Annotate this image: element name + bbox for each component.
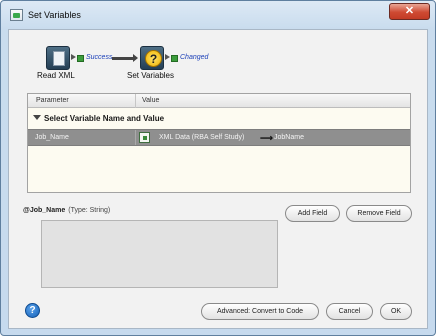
xml-data-icon (139, 132, 150, 143)
app-icon (10, 9, 23, 21)
advanced-convert-button[interactable]: Advanced: Convert to Code (201, 303, 319, 320)
column-divider[interactable] (135, 94, 136, 108)
step-read-xml-label: Read XML (37, 71, 75, 80)
arrow-icon (71, 54, 76, 60)
table-row[interactable]: Job_Name XML Data (RBA Self Study) ⟶ Job… (28, 129, 410, 146)
variable-value-textarea[interactable] (41, 220, 278, 288)
group-row[interactable]: Select Variable Name and Value (28, 111, 410, 126)
question-mark-icon: ? (145, 50, 162, 67)
value-source-cell: XML Data (RBA Self Study) (159, 134, 245, 141)
parameter-cell: Job_Name (35, 134, 69, 141)
success-condition-label: Success (86, 54, 113, 61)
window-title: Set Variables (28, 10, 81, 20)
variable-type: (Type: String) (68, 207, 111, 214)
variable-label: @Job_Name (Type: String) (23, 207, 110, 214)
read-xml-icon (46, 46, 70, 70)
add-field-button[interactable]: Add Field (285, 205, 340, 222)
collapse-triangle-icon[interactable] (33, 115, 41, 120)
changed-check-icon (171, 55, 178, 62)
help-icon[interactable]: ? (25, 303, 40, 318)
workflow-connector (112, 54, 138, 62)
dialog-window: Set Variables ✕ Read XML Success ? Set V… (0, 0, 436, 336)
table-header: Parameter Value (28, 94, 410, 108)
parameters-table: Parameter Value Select Variable Name and… (27, 93, 411, 193)
remove-field-button[interactable]: Remove Field (346, 205, 412, 222)
right-arrow-icon: ⟶ (260, 133, 273, 143)
ok-button[interactable]: OK (380, 303, 412, 320)
success-check-icon (77, 55, 84, 62)
column-header-parameter[interactable]: Parameter (36, 97, 69, 104)
variable-name: @Job_Name (23, 207, 66, 214)
column-divider (135, 130, 136, 145)
xml-document-icon (53, 51, 65, 66)
value-target-cell: JobName (274, 134, 304, 141)
step-set-variables-label: Set Variables (127, 71, 174, 80)
set-variables-icon: ? (140, 46, 164, 70)
changed-condition-label: Changed (180, 54, 209, 61)
cancel-button[interactable]: Cancel (326, 303, 373, 320)
close-button[interactable]: ✕ (389, 3, 430, 20)
column-header-value[interactable]: Value (142, 97, 159, 104)
group-label: Select Variable Name and Value (44, 114, 165, 123)
arrow-icon (165, 54, 170, 60)
title-bar[interactable]: Set Variables ✕ (1, 1, 435, 29)
